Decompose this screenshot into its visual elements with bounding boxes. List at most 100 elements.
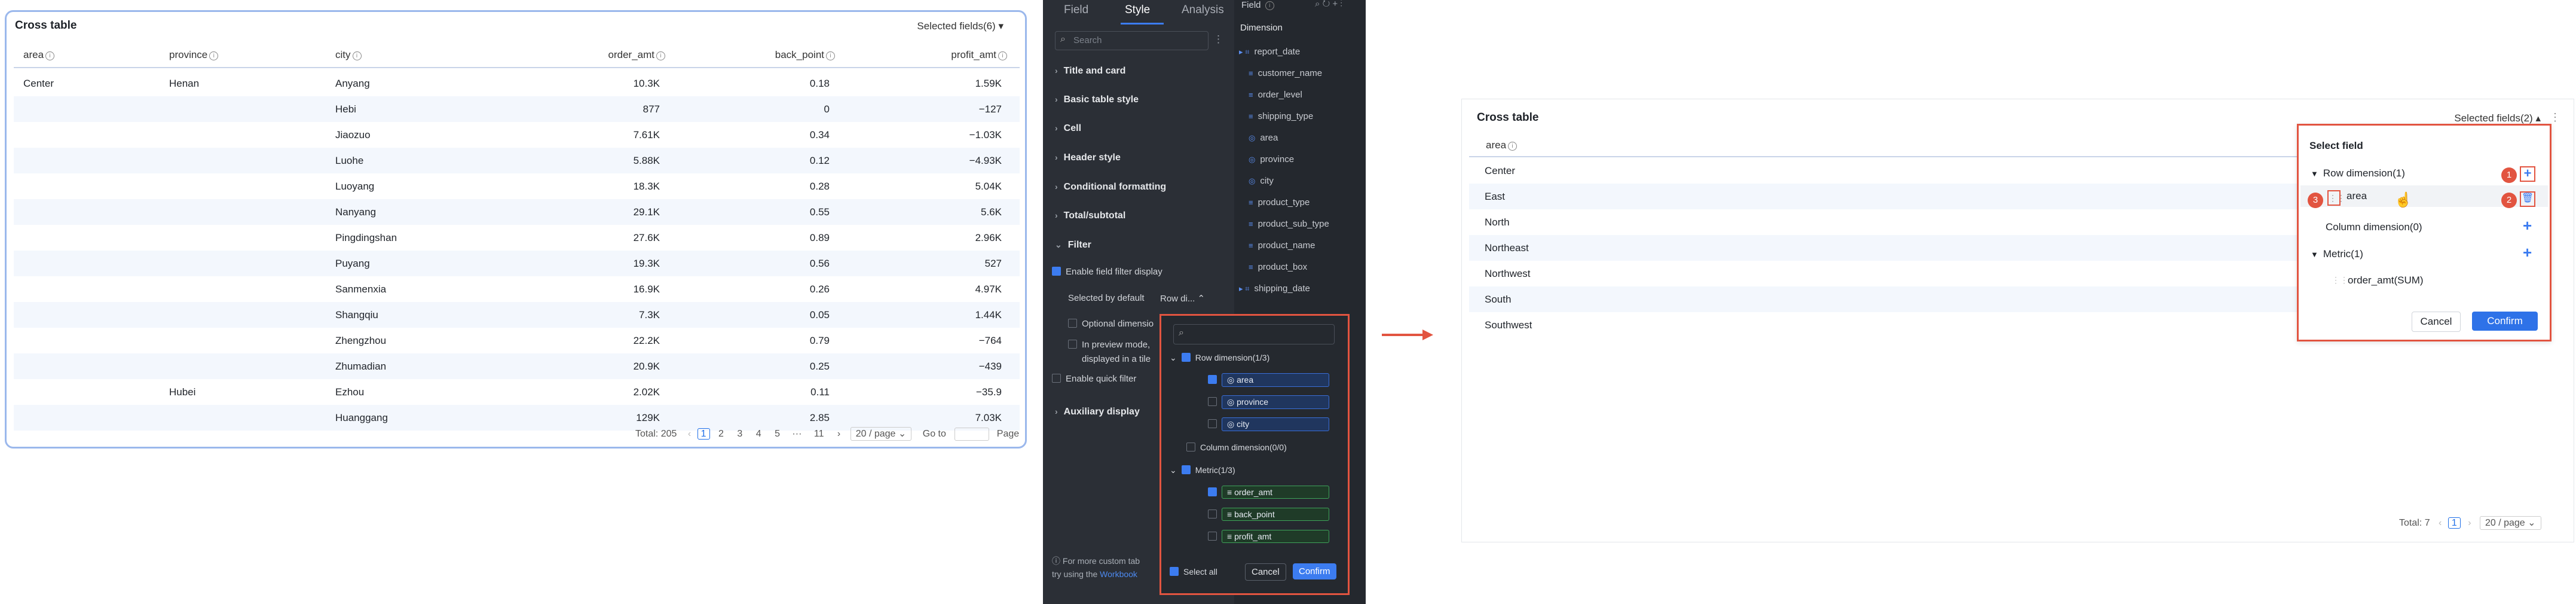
header-profit-amt[interactable]: profit_amt i — [951, 49, 1007, 61]
cell-profit-amt: 1.44K — [975, 309, 1002, 321]
section-cell[interactable]: › Cell — [1055, 123, 1081, 134]
goto-input[interactable] — [954, 428, 990, 441]
selected-fields-label: Selected fields(6) — [917, 20, 996, 32]
delete-field-button[interactable]: 🗑 — [2520, 191, 2535, 207]
metric-group[interactable]: ▼ Metric(1) — [2311, 248, 2363, 260]
select-all-checkbox[interactable]: Select all — [1170, 567, 1217, 576]
pagination: Total: 7 ‹ 1 › 20 / page ⌄ — [2399, 516, 2541, 530]
field-item[interactable]: ≡ customer_name — [1249, 68, 1322, 78]
page-4[interactable]: 4 — [756, 429, 761, 439]
prev-page-icon[interactable]: ‹ — [688, 429, 691, 439]
popup-confirm-button[interactable]: Confirm — [1293, 563, 1336, 579]
metric-item-back-point[interactable]: ≡ back_point — [1208, 508, 1329, 521]
field-item[interactable]: ≡ order_level — [1249, 90, 1302, 100]
row-dimension-select[interactable]: Row di... ⌃ — [1160, 293, 1205, 304]
add-column-dimension-button[interactable]: + — [2523, 216, 2532, 235]
cell-order-amt: 877 — [643, 103, 660, 115]
add-icon[interactable]: + — [1332, 0, 1338, 9]
search-icon[interactable]: ⌕ — [1315, 0, 1320, 9]
section-auxiliary-display[interactable]: › Auxiliary display — [1055, 407, 1140, 417]
cell-back-point: 0.05 — [809, 309, 830, 321]
page-ellipsis[interactable]: ··· — [792, 429, 801, 439]
add-metric-button[interactable]: + — [2523, 243, 2532, 262]
section-basic-table-style[interactable]: › Basic table style — [1055, 94, 1139, 105]
section-header-style[interactable]: › Header style — [1055, 152, 1121, 163]
preview-mode-checkbox[interactable]: In preview mode, — [1068, 340, 1150, 350]
header-area[interactable]: area i — [1486, 139, 1518, 151]
header-city[interactable]: city i — [335, 49, 362, 61]
selected-fields-dropdown[interactable]: Selected fields(2) ▴ — [2454, 112, 2541, 124]
section-filter[interactable]: ⌄ Filter — [1055, 240, 1091, 251]
cell-city: Anyang — [335, 78, 370, 89]
cell-city: Ezhou — [335, 386, 365, 398]
area-field-item[interactable]: area — [2346, 190, 2367, 202]
more-icon[interactable]: ⋮ — [2550, 111, 2560, 124]
section-conditional-formatting[interactable]: › Conditional formatting — [1055, 182, 1166, 193]
refresh-icon[interactable]: ↻ — [1323, 0, 1330, 9]
cell-city: Pingdingshan — [335, 232, 397, 243]
page-1[interactable]: 1 — [697, 428, 710, 440]
field-item[interactable]: ◎ city — [1249, 176, 1274, 186]
drag-handle[interactable]: ⋮⋮ — [2327, 190, 2345, 206]
field-item[interactable]: ≡ product_type — [1249, 197, 1310, 208]
section-total-subtotal[interactable]: › Total/subtotal — [1055, 211, 1125, 221]
more-icon[interactable]: ⋮ — [1213, 33, 1223, 45]
more-icon[interactable]: ⋮ — [1340, 0, 1342, 9]
page-3[interactable]: 3 — [737, 429, 742, 439]
metric-group[interactable]: ⌄ Metric(1/3) — [1170, 465, 1235, 475]
popup-cancel-button[interactable]: Cancel — [1245, 563, 1286, 581]
cell-profit-amt: 2.96K — [975, 232, 1002, 243]
field-item[interactable]: ▸ ⌗ report_date — [1239, 47, 1300, 57]
column-dimension-group[interactable]: Column dimension(0/0) — [1186, 443, 1287, 452]
page-size-select[interactable]: 20 / page ⌄ — [2479, 516, 2541, 530]
row-dimension-group[interactable]: ▼ Row dimension(1) — [2311, 167, 2405, 179]
section-title-and-card[interactable]: › Title and card — [1055, 66, 1125, 77]
header-back-point[interactable]: back_point i — [775, 49, 835, 61]
next-page-icon[interactable]: › — [837, 429, 840, 439]
header-order-amt[interactable]: order_amt i — [608, 49, 665, 61]
workbook-link[interactable]: Workbook — [1100, 569, 1137, 579]
selected-fields-dropdown[interactable]: Selected fields(6) ▾ — [917, 20, 1004, 32]
metric-field-item[interactable]: order_amt(SUM) — [2348, 274, 2424, 286]
row-item-province[interactable]: ◎ province — [1208, 395, 1329, 409]
page-5[interactable]: 5 — [775, 429, 780, 439]
next-page-icon[interactable]: › — [2468, 518, 2471, 528]
cancel-button[interactable]: Cancel — [2412, 312, 2461, 332]
field-item[interactable]: ◎ area — [1249, 133, 1278, 143]
confirm-button[interactable]: Confirm — [2472, 312, 2538, 331]
page-1[interactable]: 1 — [2447, 517, 2461, 529]
checkbox — [1068, 340, 1077, 349]
field-item[interactable]: ≡ product_sub_type — [1249, 219, 1329, 229]
header-area[interactable]: area i — [23, 49, 55, 61]
metric-item-order-amt[interactable]: ≡ order_amt — [1208, 486, 1329, 499]
quick-filter-checkbox[interactable]: Enable quick filter — [1052, 374, 1136, 384]
header-province[interactable]: province i — [169, 49, 219, 61]
page-size-select[interactable]: 20 / page ⌄ — [850, 427, 912, 441]
field-item[interactable]: ◎ province — [1249, 154, 1294, 164]
section-label: Auxiliary display — [1063, 407, 1140, 417]
row-item-city[interactable]: ◎ city — [1208, 417, 1329, 431]
tab-analysis[interactable]: Analysis — [1182, 4, 1224, 17]
row-dimension-group[interactable]: ⌄ Row dimension(1/3) — [1170, 353, 1269, 363]
dimension-icon: ◎ — [1227, 397, 1237, 407]
optional-dimension-checkbox[interactable]: Optional dimensio — [1068, 319, 1154, 329]
field-item[interactable]: ≡ shipping_type — [1249, 111, 1313, 121]
metric-item-profit-amt[interactable]: ≡ profit_amt — [1208, 530, 1329, 543]
field-item[interactable]: ▸ ⌗ shipping_date — [1239, 283, 1310, 294]
group-label: Column dimension(0/0) — [1200, 443, 1287, 452]
enable-filter-checkbox[interactable]: Enable field filter display — [1052, 267, 1162, 277]
search-input[interactable]: ⌕ Search — [1055, 31, 1209, 50]
tab-style[interactable]: Style — [1125, 4, 1150, 17]
text-field-icon: ≡ — [1249, 219, 1253, 228]
popup-search-input[interactable]: ⌕ — [1173, 324, 1335, 344]
add-row-dimension-button[interactable]: + — [2520, 166, 2535, 182]
page-11[interactable]: 11 — [814, 429, 824, 439]
tab-field[interactable]: Field — [1064, 4, 1088, 17]
field-item[interactable]: ≡ product_name — [1249, 240, 1315, 251]
field-item-label: product_box — [1258, 262, 1308, 272]
prev-page-icon[interactable]: ‹ — [2439, 518, 2442, 528]
row-item-area[interactable]: ◎ area — [1208, 373, 1329, 387]
drag-handle-icon[interactable]: ⋮⋮ — [2332, 275, 2348, 285]
page-2[interactable]: 2 — [718, 429, 724, 439]
field-item[interactable]: ≡ product_box — [1249, 262, 1307, 272]
